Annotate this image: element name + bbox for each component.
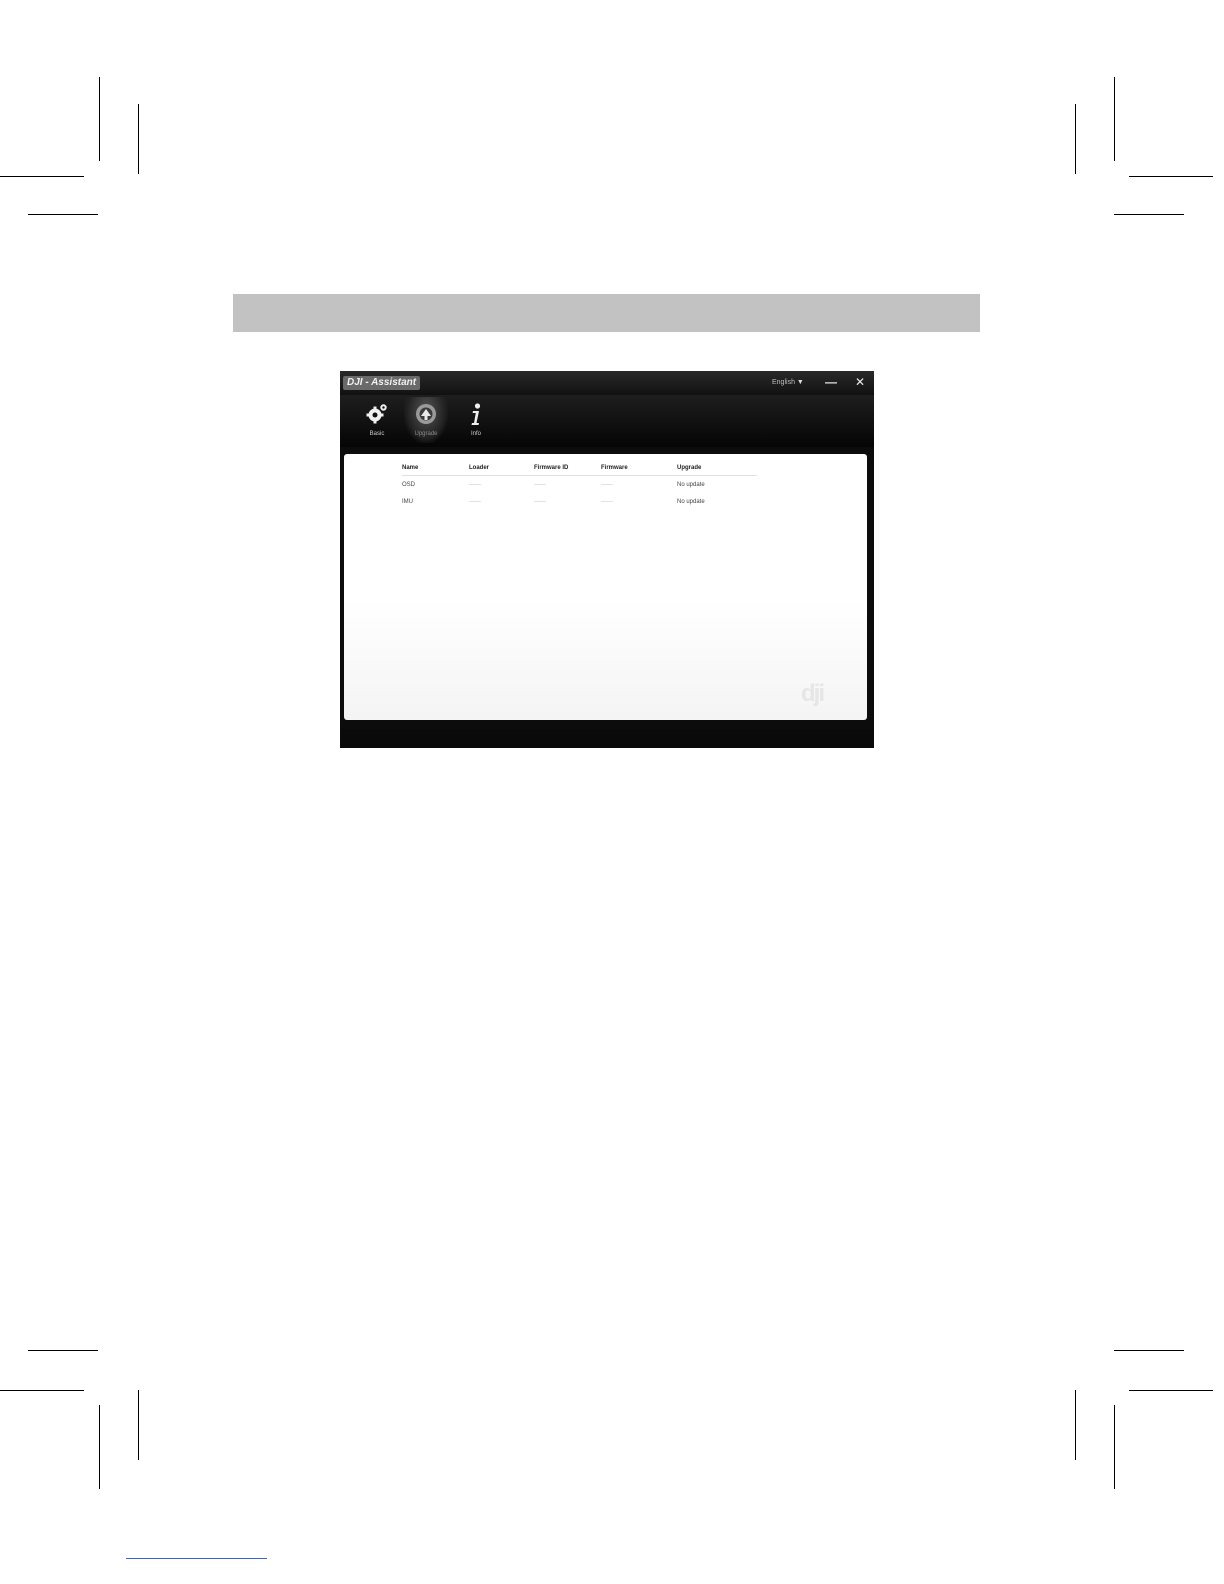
cell-firmware-id: ------ xyxy=(534,498,546,505)
crop-mark xyxy=(28,214,98,215)
minimize-button[interactable]: — xyxy=(824,375,838,389)
dji-watermark-logo: dji xyxy=(801,680,825,707)
firmware-panel: Name Loader Firmware ID Firmware Upgrade… xyxy=(344,454,867,720)
column-header-firmware: Firmware xyxy=(601,461,677,476)
cell-firmware-id: ------ xyxy=(534,481,546,488)
crop-mark xyxy=(1129,176,1213,177)
language-select[interactable]: English ▼ xyxy=(772,378,804,388)
title-bar: DJI - Assistant English ▼ — ✕ xyxy=(340,371,874,395)
chevron-down-icon: ▼ xyxy=(796,379,804,386)
column-header-loader: Loader xyxy=(469,461,534,476)
window-title: DJI - Assistant xyxy=(343,376,421,390)
crop-mark xyxy=(99,77,100,161)
footnote-link-underline xyxy=(126,1558,267,1559)
crop-mark xyxy=(99,1405,100,1489)
gear-icon xyxy=(366,404,387,424)
tab-info-label: Info xyxy=(470,431,481,437)
cell-loader: ------ xyxy=(469,481,481,488)
status-bar xyxy=(340,729,874,748)
crop-mark xyxy=(1129,1390,1213,1391)
close-button[interactable]: ✕ xyxy=(853,375,867,389)
section-header-band xyxy=(233,294,980,332)
crop-mark xyxy=(1114,214,1184,215)
table-row: IMU ------ ------ ------ No update xyxy=(402,493,757,510)
crop-mark xyxy=(28,1350,98,1351)
crop-mark xyxy=(1114,1405,1115,1489)
cell-firmware: ------ xyxy=(601,481,613,488)
tab-upgrade-label: Upgrade xyxy=(414,431,438,437)
upgrade-icon xyxy=(416,404,436,424)
tab-basic[interactable]: Basic xyxy=(355,397,399,443)
crop-mark xyxy=(0,1390,84,1391)
crop-mark xyxy=(138,104,139,174)
column-header-firmware-id: Firmware ID xyxy=(534,461,601,476)
table-header-row: Name Loader Firmware ID Firmware Upgrade xyxy=(402,461,757,476)
cell-firmware: ------ xyxy=(601,498,613,505)
crop-mark xyxy=(1114,1350,1184,1351)
toolbar: Basic Upgrade Info xyxy=(340,395,874,447)
app-window: DJI - Assistant English ▼ — ✕ Basic Upgr… xyxy=(340,371,874,748)
crop-mark xyxy=(1075,1390,1076,1460)
cell-upgrade: No update xyxy=(677,498,705,505)
language-label: English xyxy=(772,379,795,386)
firmware-table: Name Loader Firmware ID Firmware Upgrade… xyxy=(402,461,757,510)
info-icon xyxy=(471,403,481,425)
tab-upgrade[interactable]: Upgrade xyxy=(404,397,448,443)
crop-mark xyxy=(0,176,84,177)
cell-upgrade: No update xyxy=(677,481,705,488)
crop-mark xyxy=(1075,104,1076,174)
cell-name: OSD xyxy=(402,481,416,488)
table-row: OSD ------ ------ ------ No update xyxy=(402,476,757,494)
crop-mark xyxy=(138,1390,139,1460)
tab-info[interactable]: Info xyxy=(454,397,498,443)
tab-basic-label: Basic xyxy=(369,431,385,437)
column-header-upgrade: Upgrade xyxy=(677,461,757,476)
crop-mark xyxy=(1114,77,1115,161)
column-header-name: Name xyxy=(402,461,469,476)
cell-loader: ------ xyxy=(469,498,481,505)
cell-name: IMU xyxy=(402,498,413,505)
